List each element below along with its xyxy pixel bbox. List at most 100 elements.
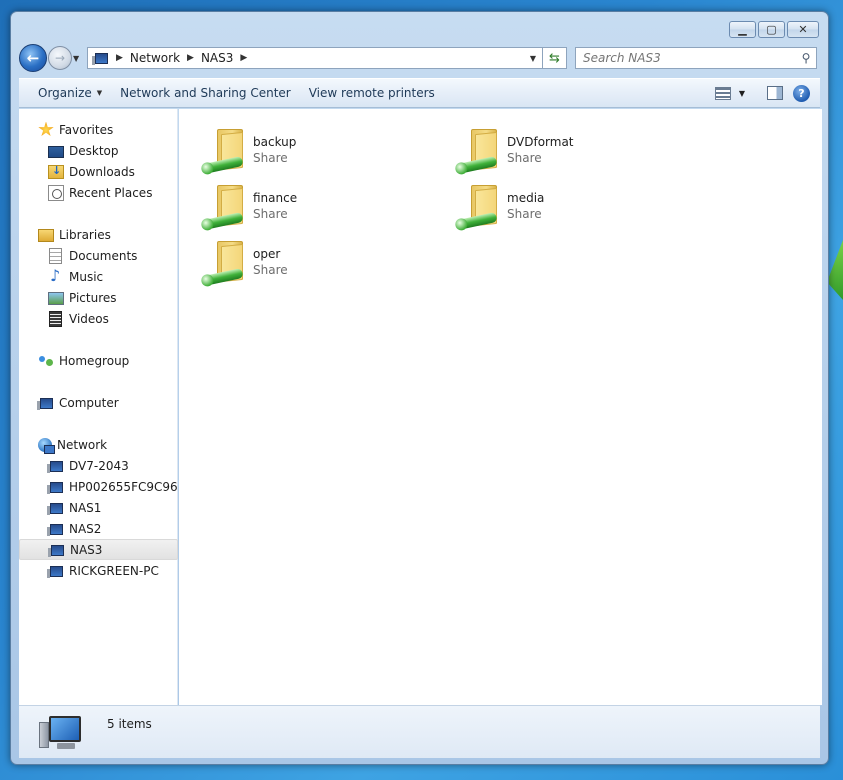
desktop-background-accent [827,240,843,300]
organize-button[interactable]: Organize ▼ [29,80,111,106]
nav-network-nas3[interactable]: NAS3 [19,539,178,560]
recent-pages-dropdown[interactable]: ▼ [73,54,83,63]
network-sharing-center-button[interactable]: Network and Sharing Center [111,80,300,106]
nav-music[interactable]: Music [19,266,177,287]
network-computer-icon [47,481,63,494]
share-item-finance[interactable]: finance Share [199,183,419,233]
nav-network-dv7-2043[interactable]: DV7-2043 [19,455,177,476]
share-text: backup Share [253,127,296,166]
nav-label: NAS3 [70,542,103,557]
nav-label: Documents [69,248,138,263]
address-dropdown[interactable]: ▼ [524,54,542,63]
homegroup-group: Homegroup [19,350,177,371]
nav-network-hp002655fc9c96[interactable]: HP002655FC9C96 [19,476,178,497]
share-text: DVDformat Share [507,127,574,166]
nav-favorites[interactable]: Favorites [19,119,177,140]
libraries-group: Libraries Documents Music Pictures Video… [19,224,177,329]
network-globe-icon [38,437,55,454]
search-input[interactable] [583,51,796,65]
nav-videos[interactable]: Videos [19,308,177,329]
network-computer-icon [47,460,63,473]
share-item-backup[interactable]: backup Share [199,127,419,177]
maximize-button[interactable]: ▢ [758,21,785,38]
breadcrumb-separator-icon[interactable]: ▶ [185,53,196,63]
preview-pane-icon[interactable] [767,86,783,100]
refresh-button[interactable]: ⇆ [543,47,567,69]
nav-network-nas1[interactable]: NAS1 [19,497,177,518]
address-bar[interactable]: ▶ Network ▶ NAS3 ▶ ▼ [87,47,543,69]
share-type: Share [507,207,542,221]
nav-homegroup[interactable]: Homegroup [19,350,177,371]
share-type: Share [253,263,288,277]
computer-icon [37,397,53,410]
navigation-pane: Favorites Desktop Downloads Recent Place… [19,109,178,705]
nav-computer[interactable]: Computer [19,392,177,413]
shared-folder-icon [199,127,247,177]
nav-label: Homegroup [59,353,130,368]
details-pane: 5 items [19,705,820,758]
breadcrumb-nas3[interactable]: NAS3 [196,51,238,65]
close-button[interactable]: ✕ [787,21,819,38]
content-pane: backup Share DVDformat Share finance Sha… [179,109,822,705]
search-icon[interactable]: ⚲ [796,51,816,65]
computer-group: Computer [19,392,177,413]
nav-network-nas2[interactable]: NAS2 [19,518,177,539]
explorer-window: ▁ ▢ ✕ ← → ▼ ▶ Network ▶ NAS3 ▶ ▼ ⇆ ⚲ Org… [10,11,829,765]
change-view-icon[interactable] [714,86,731,100]
caption-buttons: ▁ ▢ ✕ [729,21,819,38]
command-bar: Organize ▼ Network and Sharing Center Vi… [19,78,820,108]
breadcrumb: ▶ Network ▶ NAS3 ▶ [114,51,249,65]
minimize-button[interactable]: ▁ [729,21,756,38]
nav-libraries[interactable]: Libraries [19,224,177,245]
network-computer-icon [47,565,63,578]
back-button[interactable]: ← [19,44,47,72]
nav-label: Favorites [59,122,114,137]
share-name: backup [253,135,297,149]
share-item-oper[interactable]: oper Share [199,239,419,289]
share-name: oper [253,247,281,261]
nav-pictures[interactable]: Pictures [19,287,177,308]
forward-button[interactable]: → [48,46,72,70]
nav-label: Music [69,269,104,284]
share-name: media [507,191,545,205]
recent-places-icon [48,184,64,201]
nav-downloads[interactable]: Downloads [19,161,177,182]
share-name: DVDformat [507,135,574,149]
organize-label: Organize [38,86,92,100]
view-remote-printers-button[interactable]: View remote printers [300,80,444,106]
share-type: Share [507,151,542,165]
nav-label: Recent Places [69,185,153,200]
nav-documents[interactable]: Documents [19,245,177,266]
nav-label: NAS1 [69,500,102,515]
pictures-icon [48,292,64,305]
share-item-media[interactable]: media Share [453,183,673,233]
share-item-dvdformat[interactable]: DVDformat Share [453,127,673,177]
libraries-icon [38,229,54,242]
breadcrumb-separator-icon[interactable]: ▶ [114,53,125,63]
breadcrumb-network[interactable]: Network [125,51,185,65]
videos-icon [49,310,62,327]
nav-label: Pictures [69,290,117,305]
forward-arrow-icon: → [54,51,66,65]
refresh-icon: ⇆ [549,50,560,66]
breadcrumb-separator-icon[interactable]: ▶ [238,53,249,63]
command-bar-right: ▼ ? [714,84,820,102]
share-name: finance [253,191,298,205]
nav-network-rickgreen-pc[interactable]: RICKGREEN-PC [19,560,177,581]
search-box[interactable]: ⚲ [575,47,817,69]
view-options-dropdown[interactable]: ▼ [739,89,745,98]
network-computer-icon [48,544,64,557]
favorites-star-icon [38,121,54,137]
nav-network[interactable]: Network [19,434,177,455]
network-computer-icon [47,523,63,536]
nav-label: Desktop [69,143,119,158]
nav-recent-places[interactable]: Recent Places [19,182,177,203]
nav-desktop[interactable]: Desktop [19,140,177,161]
share-text: finance Share [253,183,297,222]
network-computer-icon [92,53,108,65]
desktop-icon [48,145,64,158]
shared-folder-icon [199,239,247,289]
nav-label: Downloads [69,164,135,179]
help-icon[interactable]: ? [793,84,810,102]
nav-label: Libraries [59,227,111,242]
